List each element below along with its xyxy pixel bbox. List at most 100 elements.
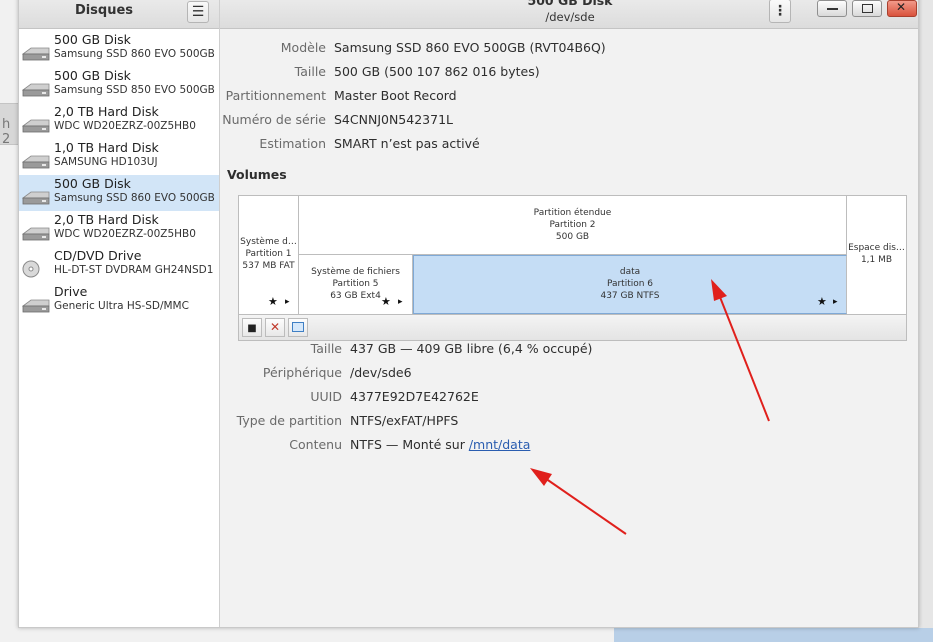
- partitioning-value: Master Boot Record: [334, 88, 457, 103]
- partition-5-size: 63 GB Ext4: [330, 291, 381, 301]
- partition-1-block[interactable]: Système d… Partition 1 537 MB FAT ★ ▸: [239, 196, 299, 314]
- free-space-text: Espace dis… 1,1 MB: [847, 242, 906, 266]
- disk-model: Samsung SSD 860 EVO 500GB: [54, 192, 215, 204]
- hard-disk-icon: [22, 47, 50, 61]
- extended-partition-text: Partition étendue Partition 2 500 GB: [299, 207, 846, 243]
- disk-model: Samsung SSD 850 EVO 500GB: [54, 84, 215, 96]
- hard-disk-icon: [22, 155, 50, 169]
- uuid-label: UUID: [310, 389, 342, 404]
- close-button[interactable]: ✕: [887, 0, 917, 17]
- sidebar-disk-item[interactable]: CD/DVD Drive HL-DT-ST DVDRAM GH24NSD1: [19, 247, 219, 283]
- sidebar-header: Disques ☰: [19, 0, 219, 29]
- extended-partition-size: 500 GB: [555, 232, 590, 242]
- minimize-icon: [827, 8, 838, 10]
- partition-1-fs: Système d…: [240, 237, 297, 247]
- free-space-size: 1,1 MB: [860, 255, 893, 265]
- disk-name: 2,0 TB Hard Disk: [54, 212, 159, 227]
- assessment-label: Estimation: [259, 136, 326, 151]
- minimize-button[interactable]: [817, 0, 847, 17]
- contents-value: NTFS — Monté sur /mnt/data: [350, 437, 530, 452]
- partition-type-label: Type de partition: [236, 413, 342, 428]
- device-value: /dev/sde6: [350, 365, 412, 380]
- sidebar-disk-item[interactable]: 1,0 TB Hard Disk SAMSUNG HD103UJ: [19, 139, 219, 175]
- free-space-block[interactable]: Espace dis… 1,1 MB: [847, 196, 906, 314]
- partition-5-star-icon: ★: [381, 295, 391, 308]
- partition-6-label: data: [619, 267, 641, 277]
- volume-map: Système d… Partition 1 537 MB FAT ★ ▸ Pa…: [238, 195, 907, 315]
- sidebar-disk-item[interactable]: 500 GB Disk Samsung SSD 860 EVO 500GB: [19, 31, 219, 67]
- extended-partition-name: Partition 2: [549, 220, 596, 230]
- disk-model: HL-DT-ST DVDRAM GH24NSD1: [54, 264, 214, 276]
- disk-model: WDC WD20EZRZ-00Z5HB0: [54, 120, 196, 132]
- free-space-label: Espace dis…: [848, 243, 905, 253]
- model-label: Modèle: [280, 40, 326, 55]
- volume-size-label: Taille: [310, 341, 342, 356]
- desktop-background: [919, 0, 933, 642]
- maximize-icon: [862, 4, 873, 13]
- sidebar-disk-item[interactable]: 2,0 TB Hard Disk WDC WD20EZRZ-00Z5HB0: [19, 103, 219, 139]
- sidebar-disk-item[interactable]: 500 GB Disk Samsung SSD 860 EVO 500GB: [19, 175, 219, 211]
- volume-property-labels: Taille Périphérique UUID Type de partiti…: [220, 335, 342, 465]
- disk-name: 1,0 TB Hard Disk: [54, 140, 159, 155]
- disk-property-labels: Modèle Taille Partitionnement Numéro de …: [220, 0, 326, 155]
- hard-disk-icon: [22, 227, 50, 241]
- partition-1-star-icon: ★: [268, 295, 278, 308]
- sidebar-disk-item[interactable]: Drive Generic Ultra HS-SD/MMC: [19, 283, 219, 319]
- partition-6-play-icon: ▸: [833, 297, 838, 307]
- sidebar-disk-item[interactable]: 2,0 TB Hard Disk WDC WD20EZRZ-00Z5HB0: [19, 211, 219, 247]
- hamburger-menu-button[interactable]: ☰: [187, 1, 209, 23]
- disk-sidebar: Disques ☰ 500 GB Disk Samsung SSD 860 EVO…: [19, 0, 220, 627]
- close-icon: ✕: [896, 0, 907, 14]
- partition-5-fs: Système de fichiers: [311, 267, 400, 277]
- disk-name: 2,0 TB Hard Disk: [54, 104, 159, 119]
- sidebar-title: Disques: [74, 3, 134, 18]
- volumes-heading: Volumes: [227, 167, 287, 182]
- disk-model: SAMSUNG HD103UJ: [54, 156, 158, 168]
- disk-details: 500 GB Disk /dev/sde ⋮ ✕ Modèle Taille P…: [220, 0, 918, 627]
- partition-6-block[interactable]: data Partition 6 437 GB NTFS ★ ▸: [413, 255, 847, 314]
- partition-1-name: Partition 1: [245, 249, 292, 259]
- partition-type-value: NTFS/exFAT/HPFS: [350, 413, 459, 428]
- hard-disk-icon: [22, 83, 50, 97]
- disk-name: 500 GB Disk: [54, 68, 131, 83]
- disk-name: Drive: [54, 284, 88, 299]
- serial-value: S4CNNJ0N542371L: [334, 112, 453, 127]
- disk-model: WDC WD20EZRZ-00Z5HB0: [54, 228, 196, 240]
- device-label: Périphérique: [262, 365, 342, 380]
- mount-point-link[interactable]: /mnt/data: [469, 437, 531, 452]
- serial-label: Numéro de série: [222, 112, 326, 127]
- maximize-button[interactable]: [852, 0, 882, 17]
- partition-6-size: 437 GB NTFS: [600, 291, 660, 301]
- disk-list: 500 GB Disk Samsung SSD 860 EVO 500GB 500 …: [19, 31, 219, 319]
- disk-name: 500 GB Disk: [54, 32, 131, 47]
- disks-window: Disques ☰ 500 GB Disk Samsung SSD 860 EVO…: [18, 0, 919, 628]
- extended-partition-block[interactable]: Partition étendue Partition 2 500 GB: [299, 196, 847, 255]
- hard-disk-icon: [22, 191, 50, 205]
- partition-5-play-icon: ▸: [398, 297, 403, 307]
- hard-disk-icon: [22, 299, 50, 313]
- partition-5-name: Partition 5: [332, 279, 379, 289]
- kebab-menu-icon: ⋮: [773, 3, 787, 19]
- partition-6-star-icon: ★: [817, 295, 827, 308]
- sidebar-disk-item[interactable]: 500 GB Disk Samsung SSD 850 EVO 500GB: [19, 67, 219, 103]
- hamburger-icon: ☰: [191, 4, 205, 20]
- partition-1-text: Système d… Partition 1 537 MB FAT: [239, 236, 298, 272]
- size-value: 500 GB (500 107 862 016 bytes): [334, 64, 540, 79]
- partition-5-block[interactable]: Système de fichiers Partition 5 63 GB Ex…: [299, 255, 413, 314]
- partitioning-label: Partitionnement: [225, 88, 326, 103]
- optical-disc-icon: [22, 260, 40, 278]
- disk-name: 500 GB Disk: [54, 176, 131, 191]
- disk-model: Generic Ultra HS-SD/MMC: [54, 300, 189, 312]
- model-value: Samsung SSD 860 EVO 500GB (RVT04B6Q): [334, 40, 606, 55]
- assessment-value: SMART n’est pas activé: [334, 136, 480, 151]
- volume-size-value: 437 GB — 409 GB libre (6,4 % occupé): [350, 341, 593, 356]
- size-label: Taille: [294, 64, 326, 79]
- uuid-value: 4377E92D7E42762E: [350, 389, 479, 404]
- disk-name: CD/DVD Drive: [54, 248, 142, 263]
- partition-6-name: Partition 6: [606, 279, 654, 289]
- desktop-panel-strip: [614, 628, 933, 642]
- disk-options-button[interactable]: ⋮: [769, 0, 791, 23]
- hard-disk-icon: [22, 119, 50, 133]
- partition-1-size: 537 MB FAT: [242, 261, 295, 271]
- partition-5-text: Système de fichiers Partition 5 63 GB Ex…: [299, 266, 412, 302]
